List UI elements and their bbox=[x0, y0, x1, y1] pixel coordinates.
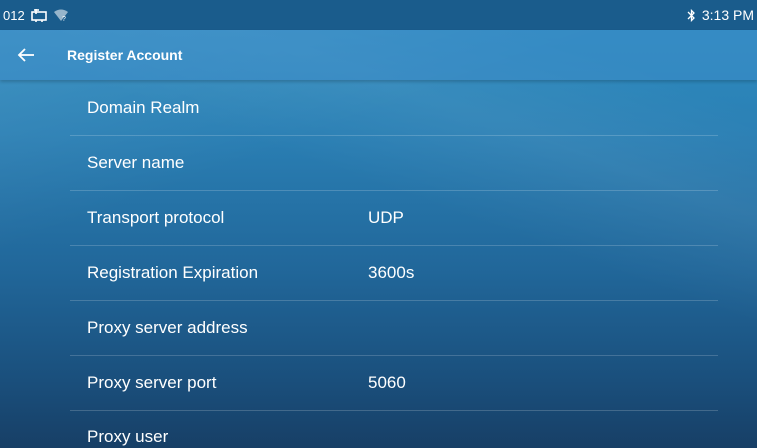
bluetooth-icon bbox=[687, 8, 696, 22]
setting-label: Server name bbox=[87, 153, 185, 172]
setting-label: Proxy server address bbox=[87, 318, 248, 337]
screen-share-icon bbox=[30, 8, 47, 22]
status-right: 3:13 PM bbox=[687, 7, 757, 23]
setting-proxy-server-port[interactable]: Proxy server port 5060 bbox=[70, 356, 718, 411]
setting-label: Domain Realm bbox=[87, 98, 200, 117]
setting-transport-protocol[interactable]: Transport protocol UDP bbox=[70, 191, 718, 246]
setting-label: Transport protocol bbox=[87, 208, 225, 227]
back-arrow-icon bbox=[17, 48, 35, 62]
setting-value: UDP bbox=[368, 208, 404, 227]
setting-value: 3600s bbox=[368, 263, 415, 282]
setting-registration-expiration[interactable]: Registration Expiration 3600s bbox=[70, 246, 718, 301]
status-left: 012 ? bbox=[0, 8, 69, 23]
status-bar: 012 ? 3:13 PM bbox=[0, 0, 757, 30]
svg-text:?: ? bbox=[62, 16, 66, 22]
wifi-icon: ? bbox=[53, 8, 69, 22]
phone-screen: 012 ? 3:13 PM Register Account Domain Re… bbox=[0, 0, 757, 448]
app-bar: Register Account bbox=[0, 30, 757, 80]
setting-proxy-server-address[interactable]: Proxy server address bbox=[70, 301, 718, 356]
setting-domain-realm[interactable]: Domain Realm bbox=[70, 81, 718, 136]
status-left-text: 012 bbox=[3, 7, 25, 23]
setting-server-name[interactable]: Server name bbox=[70, 136, 718, 191]
setting-label: Proxy user bbox=[87, 427, 169, 446]
setting-proxy-user[interactable]: Proxy user bbox=[70, 411, 718, 446]
page-title: Register Account bbox=[67, 47, 183, 63]
status-time: 3:13 PM bbox=[701, 7, 754, 23]
back-button[interactable] bbox=[0, 30, 52, 80]
settings-list: Domain Realm Server name Transport proto… bbox=[70, 81, 718, 446]
setting-label: Registration Expiration bbox=[87, 263, 259, 282]
setting-label: Proxy server port bbox=[87, 373, 217, 392]
setting-value: 5060 bbox=[368, 373, 406, 392]
